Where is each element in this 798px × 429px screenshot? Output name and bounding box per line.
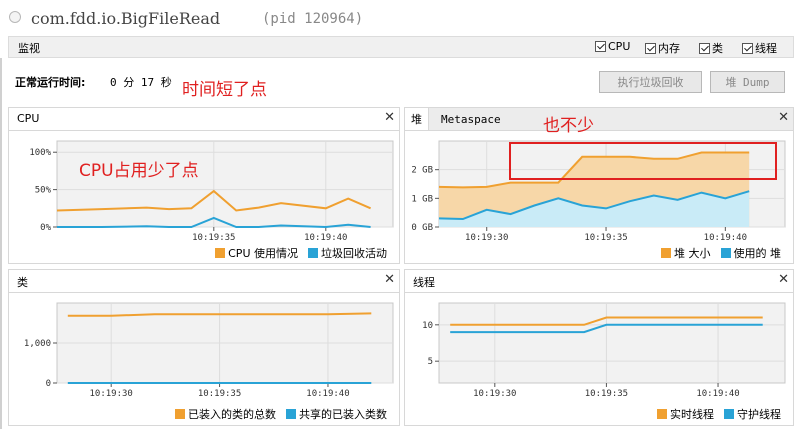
app-title: com.fdd.io.BigFileRead: [31, 9, 221, 28]
legend-swatch-live-threads: [657, 409, 667, 419]
window-title-bar: com.fdd.io.BigFileRead (pid 120964): [0, 0, 798, 36]
app-pid: (pid 120964): [262, 11, 364, 27]
threads-panel-header: 线程 ✕: [405, 270, 793, 293]
plot-area: [56, 140, 394, 228]
classes-chart: 0 1,000 10:19:30 10:19:35 10:19:40: [24, 302, 394, 399]
close-icon[interactable]: ✕: [778, 272, 789, 287]
y-tick-label: 0 GB: [411, 223, 433, 233]
threads-panel-title: 线程: [413, 276, 435, 289]
legend-heap-size: 堆 大小: [674, 247, 711, 260]
classes-panel: 类 ✕ 0 1,000 10:19:30 10:19:35 10:19:40 已装入的类…: [8, 269, 400, 426]
cpu-chart: 0% 50% 100% 10:19:35 10:19:40: [29, 140, 394, 243]
y-tick-label: 0: [46, 379, 51, 389]
heap-panel-header: 堆 Metaspace ✕: [405, 108, 793, 131]
checkbox-memory-label: 内存: [658, 42, 680, 55]
y-tick-label: 5: [428, 357, 433, 367]
legend-gc-activity: 垃圾回收活动: [321, 247, 387, 260]
annotation-highlight-box: [509, 142, 777, 180]
x-tick-label: 10:19:40: [304, 233, 347, 243]
monitor-label: 监视: [18, 42, 40, 55]
checkbox-check-icon: [645, 42, 656, 54]
x-tick-label: 10:19:35: [198, 389, 241, 399]
classes-legend: 已装入的类的总数 共享的已装入类数: [175, 406, 387, 422]
x-tick-label: 10:19:35: [192, 233, 235, 243]
threads-legend: 实时线程 守护线程: [657, 406, 781, 422]
threads-chart: 5 10 10:19:30 10:19:35 10:19:40: [422, 302, 786, 399]
checkbox-check-icon: [595, 41, 606, 52]
left-border: [0, 58, 2, 429]
y-tick-label: 1 GB: [411, 194, 433, 204]
threads-panel: 线程 ✕ 5 10 10:19:30 10:19:35 10:19:40 实时线程 守护…: [404, 269, 794, 426]
cpu-panel-header: CPU ✕: [9, 108, 399, 131]
monitor-toolbar: 监视 CPU 内存 类 线程: [8, 36, 794, 58]
heap-dump-button[interactable]: 堆 Dump: [710, 71, 785, 93]
y-tick-label: 2 GB: [411, 166, 433, 176]
x-tick-label: 10:19:40: [306, 389, 349, 399]
legend-swatch-cpu-usage: [215, 248, 226, 258]
legend-cpu-usage: CPU 使用情况: [228, 247, 298, 260]
y-tick-label: 10: [422, 321, 433, 331]
uptime-label: 正常运行时间:: [15, 76, 86, 89]
tab-metaspace[interactable]: Metaspace: [435, 108, 507, 130]
cpu-panel-title: CPU: [17, 112, 40, 125]
legend-total-classes: 已装入的类的总数: [188, 408, 276, 421]
checkbox-cpu-label: CPU: [608, 40, 631, 53]
app-status-icon: [9, 11, 21, 23]
checkbox-memory[interactable]: 内存: [645, 40, 680, 56]
checkbox-classes[interactable]: 类: [699, 40, 723, 56]
legend-swatch-shared-classes: [286, 409, 296, 419]
classes-panel-header: 类 ✕: [9, 270, 399, 293]
x-tick-label: 10:19:30: [90, 389, 133, 399]
checkbox-check-icon: [699, 42, 710, 54]
legend-swatch-heap-size: [661, 248, 671, 258]
y-tick-label: 50%: [35, 186, 52, 196]
annotation-cpu: CPU占用少了点: [79, 161, 199, 181]
legend-swatch-used-heap: [720, 248, 731, 258]
annotation-uptime: 时间短了点: [182, 80, 267, 100]
perform-gc-button[interactable]: 执行垃圾回收: [599, 71, 702, 93]
plot-area: [438, 302, 786, 384]
legend-swatch-gc-activity: [308, 248, 318, 258]
close-icon[interactable]: ✕: [384, 272, 395, 287]
x-tick-label: 10:19:30: [465, 233, 508, 243]
checkbox-cpu[interactable]: CPU: [595, 40, 630, 53]
y-tick-label: 100%: [29, 148, 51, 158]
x-tick-label: 10:19:35: [585, 389, 628, 399]
checkbox-check-icon: [742, 42, 753, 54]
classes-panel-title: 类: [17, 276, 28, 289]
y-tick-label: 0%: [40, 223, 51, 233]
x-tick-label: 10:19:30: [473, 389, 516, 399]
x-tick-label: 10:19:35: [584, 233, 627, 243]
legend-live-threads: 实时线程: [670, 408, 714, 421]
cpu-legend: CPU 使用情况 垃圾回收活动: [215, 245, 387, 261]
legend-swatch-daemon-threads: [724, 409, 734, 419]
legend-daemon-threads: 守护线程: [737, 408, 781, 421]
y-tick-label: 1,000: [24, 339, 51, 349]
cpu-panel: CPU ✕ 0% 50% 100% 10:19:35 10:19:40 CPU占用少了点…: [8, 107, 400, 264]
tab-heap[interactable]: 堆: [405, 108, 429, 130]
x-tick-label: 10:19:40: [696, 389, 739, 399]
legend-swatch-total-classes: [175, 409, 185, 419]
uptime-value: 0 分 17 秒: [110, 76, 172, 89]
checkbox-threads-label: 线程: [755, 42, 777, 55]
heap-panel: 堆 Metaspace ✕ 也不少 0 GB 1 GB 2 GB 10:19:30 10…: [404, 107, 794, 264]
close-icon[interactable]: ✕: [384, 110, 395, 125]
checkbox-classes-label: 类: [712, 42, 723, 55]
heap-legend: 堆 大小 使用的 堆: [661, 245, 781, 261]
close-icon[interactable]: ✕: [778, 110, 789, 125]
checkbox-threads[interactable]: 线程: [742, 40, 777, 56]
legend-used-heap: 使用的 堆: [733, 247, 782, 260]
legend-shared-classes: 共享的已装入类数: [299, 408, 387, 421]
x-tick-label: 10:19:40: [704, 233, 747, 243]
